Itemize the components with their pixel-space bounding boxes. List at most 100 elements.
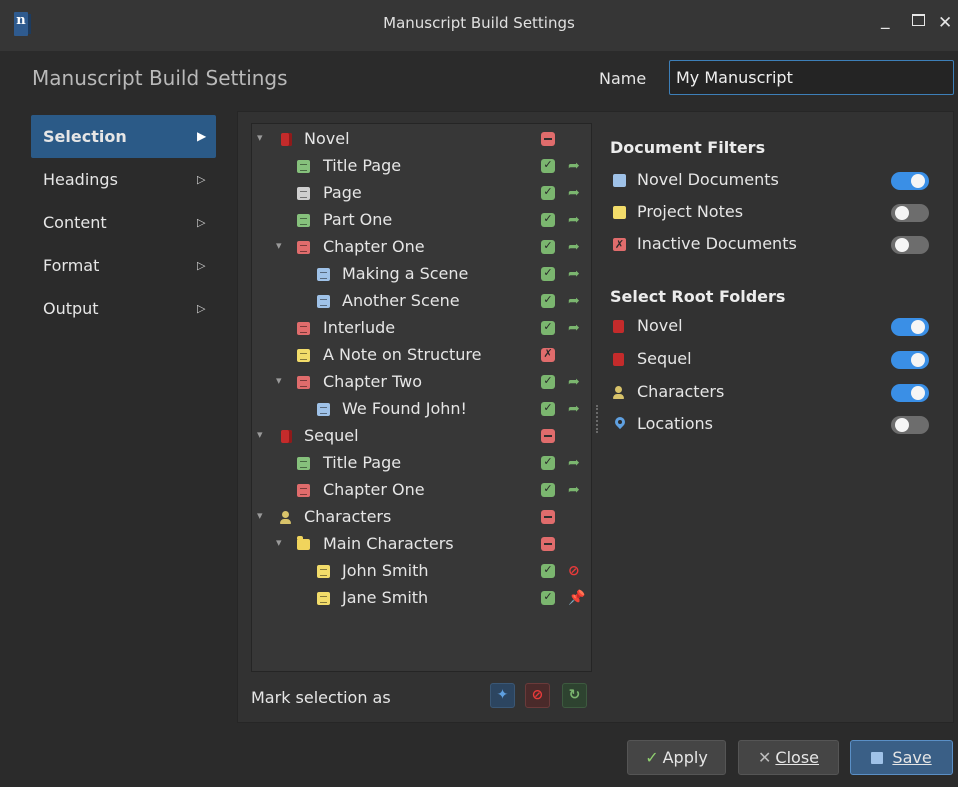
root-folder-locations: Locations — [610, 412, 930, 438]
mark-pinned-button[interactable]: ✦ — [490, 683, 515, 708]
chevron-down-icon[interactable]: ▾ — [276, 374, 282, 387]
apply-button[interactable]: ✓ Apply — [627, 740, 726, 775]
root-folder-characters: Characters — [610, 380, 930, 406]
included-checkbox-icon[interactable]: ✓ — [541, 186, 555, 200]
toggle-switch[interactable] — [891, 416, 929, 434]
chevron-down-icon[interactable]: ▾ — [257, 428, 263, 441]
nav-item-headings[interactable]: Headings ▷ — [31, 158, 216, 201]
exclude-icon[interactable]: ⊘ — [568, 563, 580, 579]
tree-row[interactable]: John Smith ✓ ⊘ — [252, 558, 591, 585]
close-icon: ✕ — [758, 748, 772, 767]
tree-row[interactable]: Chapter One ✓ ➦ — [252, 477, 591, 504]
tree-row[interactable]: ▾ Chapter One ✓ ➦ — [252, 234, 591, 261]
mark-selection-label: Mark selection as — [251, 688, 391, 707]
tree-row[interactable]: Part One ✓ ➦ — [252, 207, 591, 234]
included-checkbox-icon[interactable]: ✓ — [541, 564, 555, 578]
document-icon — [297, 484, 310, 497]
included-checkbox-icon[interactable]: ✓ — [541, 321, 555, 335]
tree-item-label: Characters — [304, 507, 392, 526]
chevron-down-icon[interactable]: ▾ — [276, 239, 282, 252]
close-button[interactable]: ✕ Close — [738, 740, 839, 775]
include-arrow-icon[interactable]: ➦ — [568, 212, 580, 228]
nav-item-format[interactable]: Format ▷ — [31, 244, 216, 287]
tree-row[interactable]: ▾ Chapter Two ✓ ➦ — [252, 369, 591, 396]
apply-label: Apply — [662, 748, 708, 767]
tree-row[interactable]: Title Page ✓ ➦ — [252, 450, 591, 477]
name-input[interactable] — [669, 60, 954, 95]
tree-item-label: Title Page — [323, 453, 402, 472]
chevron-down-icon[interactable]: ▾ — [257, 509, 263, 522]
included-checkbox-icon[interactable]: ✓ — [541, 159, 555, 173]
tree-row[interactable]: A Note on Structure ✗ — [252, 342, 591, 369]
toggle-switch[interactable] — [891, 204, 929, 222]
folder-icon — [297, 536, 310, 550]
window-titlebar[interactable]: n Manuscript Build Settings _ ✕ — [0, 0, 958, 51]
tree-row[interactable]: Another Scene ✓ ➦ — [252, 288, 591, 315]
chevron-down-icon[interactable]: ▾ — [276, 536, 282, 549]
included-checkbox-icon[interactable]: ✓ — [541, 267, 555, 281]
partial-checkbox-icon[interactable] — [541, 537, 555, 551]
nav-item-selection[interactable]: Selection ▶ — [31, 115, 216, 158]
save-button[interactable]: Save — [850, 740, 953, 775]
mark-excluded-button[interactable]: ⊘ — [525, 683, 550, 708]
included-checkbox-icon[interactable]: ✓ — [541, 591, 555, 605]
included-checkbox-icon[interactable]: ✓ — [541, 483, 555, 497]
include-arrow-icon[interactable]: ➦ — [568, 455, 580, 471]
nav-item-output[interactable]: Output ▷ — [31, 287, 216, 330]
include-arrow-icon[interactable]: ➦ — [568, 158, 580, 174]
root-folder-sequel: Sequel — [610, 347, 930, 373]
partial-checkbox-icon[interactable] — [541, 132, 555, 146]
name-label: Name — [599, 69, 647, 88]
excluded-checkbox-icon[interactable]: ✗ — [541, 348, 555, 362]
tree-row[interactable]: Making a Scene ✓ ➦ — [252, 261, 591, 288]
toggle-switch[interactable] — [891, 318, 929, 336]
include-arrow-icon[interactable]: ➦ — [568, 293, 580, 309]
nav-item-label: Headings — [43, 170, 118, 189]
toggle-switch[interactable] — [891, 236, 929, 254]
tree-row[interactable]: Page ✓ ➦ — [252, 180, 591, 207]
minimize-button[interactable]: _ — [881, 10, 890, 30]
tree-row[interactable]: Title Page ✓ ➦ — [252, 153, 591, 180]
include-arrow-icon[interactable]: ➦ — [568, 320, 580, 336]
toggle-switch[interactable] — [891, 351, 929, 369]
arrow-right-icon: ▷ — [197, 216, 206, 229]
project-tree[interactable]: ▾ Novel Title Page ✓ ➦ Page ✓ ➦ Part One… — [251, 123, 592, 672]
included-checkbox-icon[interactable]: ✓ — [541, 213, 555, 227]
included-checkbox-icon[interactable]: ✓ — [541, 456, 555, 470]
include-arrow-icon[interactable]: ➦ — [568, 374, 580, 390]
tree-item-label: Interlude — [323, 318, 396, 337]
tree-row[interactable]: Jane Smith ✓ 📌 — [252, 585, 591, 612]
include-arrow-icon[interactable]: ➦ — [568, 482, 580, 498]
tree-row[interactable]: ▾ Characters — [252, 504, 591, 531]
close-window-button[interactable]: ✕ — [938, 13, 952, 33]
tree-item-label: Novel — [304, 129, 350, 148]
tree-item-label: Chapter Two — [323, 372, 423, 391]
tree-row[interactable]: We Found John! ✓ ➦ — [252, 396, 591, 423]
panel-splitter-handle[interactable] — [596, 405, 598, 433]
toggle-switch[interactable] — [891, 384, 929, 402]
window-title: Manuscript Build Settings — [383, 14, 575, 32]
pin-icon[interactable]: 📌 — [568, 590, 585, 606]
include-arrow-icon[interactable]: ➦ — [568, 185, 580, 201]
included-checkbox-icon[interactable]: ✓ — [541, 240, 555, 254]
partial-checkbox-icon[interactable] — [541, 429, 555, 443]
include-arrow-icon[interactable]: ➦ — [568, 401, 580, 417]
included-checkbox-icon[interactable]: ✓ — [541, 375, 555, 389]
tree-item-label: Main Characters — [323, 534, 454, 553]
note-icon — [317, 592, 330, 605]
maximize-button[interactable] — [912, 14, 925, 26]
include-arrow-icon[interactable]: ➦ — [568, 266, 580, 282]
tree-row[interactable]: Interlude ✓ ➦ — [252, 315, 591, 342]
tree-row[interactable]: ▾ Main Characters — [252, 531, 591, 558]
partial-checkbox-icon[interactable] — [541, 510, 555, 524]
tree-row[interactable]: ▾ Sequel — [252, 423, 591, 450]
chevron-down-icon[interactable]: ▾ — [257, 131, 263, 144]
document-icon — [613, 174, 626, 187]
mark-reset-button[interactable]: ↻ — [562, 683, 587, 708]
nav-item-content[interactable]: Content ▷ — [31, 201, 216, 244]
included-checkbox-icon[interactable]: ✓ — [541, 294, 555, 308]
include-arrow-icon[interactable]: ➦ — [568, 239, 580, 255]
included-checkbox-icon[interactable]: ✓ — [541, 402, 555, 416]
tree-row[interactable]: ▾ Novel — [252, 126, 591, 153]
toggle-switch[interactable] — [891, 172, 929, 190]
